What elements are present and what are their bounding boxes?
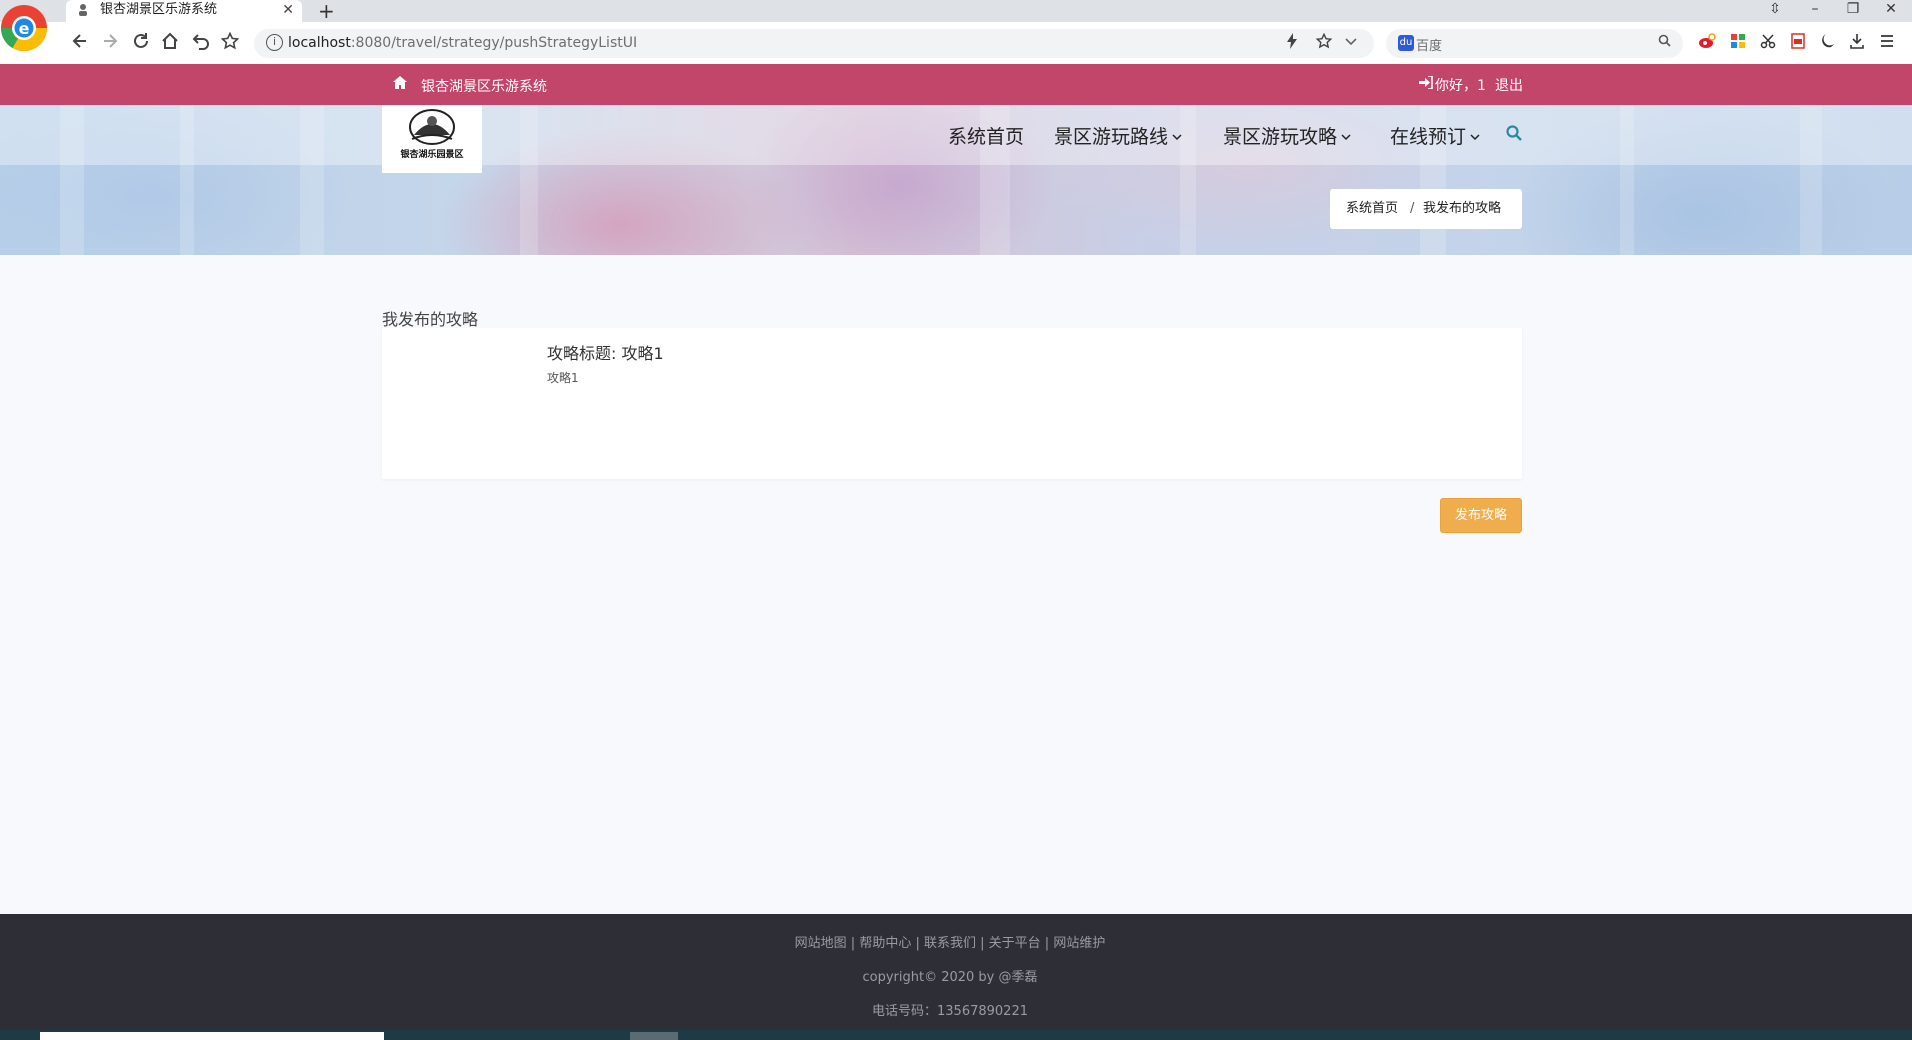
footer: 网站地图 | 帮助中心 | 联系我们 | 关于平台 | 网站维护 copyrig… [0, 914, 1912, 1040]
search-icon[interactable] [1658, 34, 1671, 51]
window-minimize-button[interactable]: – [1800, 0, 1830, 18]
taskbar-app[interactable] [630, 1032, 678, 1040]
section-title: 我发布的攻略 [382, 310, 479, 329]
footer-link-about[interactable]: 关于平台 [989, 936, 1041, 951]
new-tab-button[interactable]: + [318, 0, 335, 23]
strategy-description: 攻略1 [547, 371, 579, 385]
nav-strategy[interactable]: 景区游玩攻略 [1223, 122, 1351, 149]
pdf-icon[interactable] [1787, 33, 1809, 54]
home-icon [393, 76, 407, 93]
browser-tab[interactable]: 银杏湖景区乐游系统 ✕ [66, 0, 302, 22]
site-logo[interactable]: 银杏湖乐园景区 [382, 105, 482, 173]
forward-icon[interactable] [98, 32, 122, 55]
reload-icon[interactable] [129, 32, 153, 55]
search-placeholder: 百度 [1416, 39, 1443, 54]
address-bar[interactable]: i localhost:8080/travel/strategy/pushStr… [254, 29, 1374, 58]
menu-icon[interactable] [1876, 33, 1898, 54]
footer-separator: | [1040, 936, 1054, 951]
tab-close-icon[interactable]: ✕ [282, 0, 294, 20]
apps-icon[interactable] [1727, 33, 1749, 54]
chevron-down-icon[interactable] [1344, 33, 1358, 53]
footer-separator: | [911, 936, 924, 951]
nav-booking[interactable]: 在线预订 [1390, 122, 1480, 149]
breadcrumb-separator: / [1410, 201, 1415, 216]
browser-toolbar: i localhost:8080/travel/strategy/pushStr… [0, 22, 1912, 64]
logout-link[interactable]: 退出 [1495, 75, 1523, 95]
tab-favicon-icon [78, 3, 90, 17]
lightning-icon[interactable] [1286, 33, 1298, 53]
tab-title: 银杏湖景区乐游系统 [100, 2, 218, 17]
footer-link-contact[interactable]: 联系我们 [924, 936, 976, 951]
window-restore-vertical-button[interactable]: ⇳ [1760, 0, 1790, 18]
chevron-down-icon [1172, 130, 1182, 144]
footer-phone: 电话号码：13567890221 [872, 1004, 1028, 1019]
site-info-icon[interactable]: i [266, 34, 283, 51]
logo-text: 银杏湖乐园景区 [400, 150, 464, 160]
site-name[interactable]: 银杏湖景区乐游系统 [421, 76, 547, 96]
weibo-icon[interactable] [1696, 33, 1718, 54]
window-close-button[interactable]: ✕ [1876, 0, 1906, 18]
scissors-icon[interactable] [1757, 33, 1779, 54]
favorite-star-icon[interactable] [1315, 32, 1333, 53]
footer-links: 网站地图 | 帮助中心 | 联系我们 | 关于平台 | 网站维护 [0, 932, 1900, 951]
os-taskbar [0, 1030, 1912, 1040]
browser-search-box[interactable]: du 百度 [1386, 29, 1683, 58]
nav-home[interactable]: 系统首页 [948, 122, 1024, 149]
breadcrumb: 系统首页 / 我发布的攻略 [1330, 189, 1522, 229]
url-text: localhost:8080/travel/strategy/pushStrat… [288, 35, 638, 51]
bookmark-star-icon[interactable] [218, 31, 242, 55]
taskbar-search[interactable] [40, 1032, 384, 1040]
nav-routes-label: 景区游玩路线 [1054, 126, 1169, 148]
sign-in-icon [1419, 75, 1433, 93]
strategy-card[interactable]: 攻略标题: 攻略1 攻略1 [382, 328, 1522, 479]
nav-strategy-label: 景区游玩攻略 [1223, 126, 1338, 148]
nav-booking-label: 在线预订 [1390, 126, 1467, 148]
footer-separator: | [846, 936, 860, 951]
footer-link-help[interactable]: 帮助中心 [859, 936, 911, 951]
footer-copyright: copyright© 2020 by @季磊 [862, 970, 1038, 985]
user-greeting: 你好，1 [1435, 78, 1486, 94]
back-icon[interactable] [68, 32, 92, 55]
site-top-bar: 银杏湖景区乐游系统 你好，1 退出 [0, 64, 1912, 105]
window-maximize-button[interactable]: ❐ [1838, 0, 1868, 18]
publish-strategy-button[interactable]: 发布攻略 [1440, 498, 1522, 533]
footer-separator: | [976, 936, 989, 951]
chevron-down-icon [1470, 130, 1480, 144]
home-icon[interactable] [158, 32, 182, 55]
svg-text:e: e [19, 19, 30, 38]
browser-tab-strip: 银杏湖景区乐游系统 ✕ + ⇳ – ❐ ✕ [0, 0, 1912, 23]
undo-icon[interactable] [189, 32, 213, 55]
hero-banner: 银杏湖乐园景区 系统首页 景区游玩路线 景区游玩攻略 在线预订 系统首页 / 我… [0, 105, 1912, 255]
chevron-down-icon [1341, 130, 1351, 144]
moon-icon[interactable] [1817, 33, 1839, 54]
footer-link-maintenance[interactable]: 网站维护 [1053, 936, 1105, 951]
strategy-title[interactable]: 攻略标题: 攻略1 [547, 340, 664, 364]
search-icon[interactable] [1505, 124, 1523, 142]
baidu-icon: du [1398, 35, 1414, 51]
download-icon[interactable] [1846, 33, 1868, 54]
nav-routes[interactable]: 景区游玩路线 [1054, 122, 1182, 149]
browser-logo-icon: e [0, 5, 48, 52]
breadcrumb-home[interactable]: 系统首页 [1346, 189, 1398, 229]
footer-link-sitemap[interactable]: 网站地图 [795, 936, 847, 951]
breadcrumb-current: 我发布的攻略 [1423, 201, 1502, 216]
